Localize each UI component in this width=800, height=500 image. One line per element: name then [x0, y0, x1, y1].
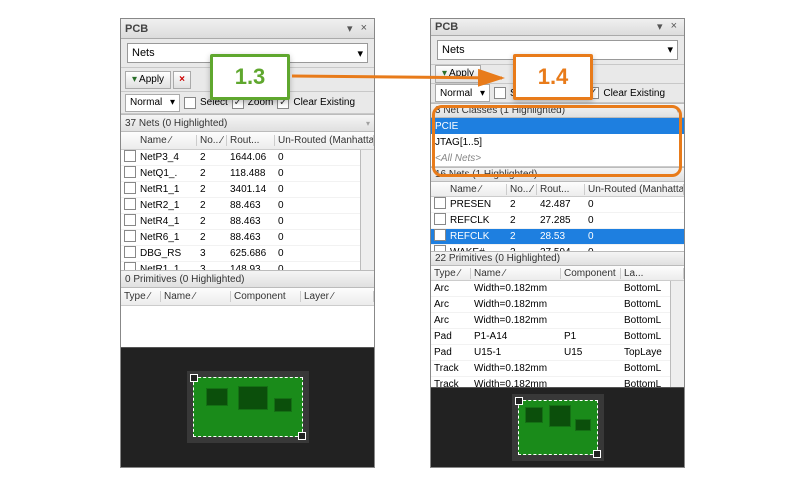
apply-button[interactable]: ▾Apply: [435, 65, 481, 83]
table-row[interactable]: Pad P1-A14 P1 BottomL: [431, 329, 670, 345]
nets-section-header: 16 Nets (1 Highlighted): [431, 167, 684, 182]
nets-section-header: 37 Nets (0 Highlighted): [121, 114, 374, 132]
close-icon[interactable]: ×: [358, 22, 370, 35]
table-row[interactable]: Track Width=0.182mm BottomL: [431, 377, 670, 387]
nets-column-header[interactable]: Name ∕ No...∕ Rout... Un-Routed (Manhatt…: [121, 132, 374, 150]
table-row[interactable]: NetR2_1 2 88.463 0: [121, 198, 360, 214]
dropdown-arrow-icon[interactable]: ▾: [344, 22, 356, 35]
nets-column-header[interactable]: Name ∕ No...∕ Rout... Un-Routed (Manhatt…: [431, 182, 684, 197]
table-row[interactable]: NetR1_1 2 3401.14 0: [121, 182, 360, 198]
nets-table[interactable]: NetP3_4 2 1644.06 0 NetQ1_. 2 118.488 0 …: [121, 150, 360, 270]
primitives-column-header[interactable]: Type ∕ Name ∕ Component La...: [431, 266, 684, 281]
table-row[interactable]: REFCLK 2 28.53 0: [431, 229, 684, 245]
chevron-down-icon: ▾: [170, 97, 175, 108]
select-checkbox[interactable]: [494, 87, 506, 99]
dropdown-value: Nets: [442, 44, 465, 56]
net-classes-list[interactable]: PCIEJTAG[1..5]<All Nets>: [431, 118, 684, 167]
table-row[interactable]: NetR4_1 2 88.463 0: [121, 214, 360, 230]
table-row[interactable]: Arc Width=0.182mm BottomL: [431, 281, 670, 297]
select-checkbox[interactable]: [184, 97, 196, 109]
list-item[interactable]: <All Nets>: [431, 150, 684, 166]
table-row[interactable]: Arc Width=0.182mm BottomL: [431, 313, 670, 329]
net-classes-section-header: 3 Net Classes (1 Highlighted): [431, 103, 684, 118]
mask-mode-select[interactable]: Normal▾: [435, 84, 490, 102]
table-row[interactable]: Pad U15-1 U15 TopLaye: [431, 345, 670, 361]
chevron-down-icon: ▾: [480, 88, 485, 99]
pcb-preview[interactable]: [121, 347, 374, 468]
clear-button[interactable]: ×: [173, 71, 191, 89]
table-row[interactable]: REFCLK 2 27.285 0: [431, 213, 684, 229]
table-row[interactable]: Track Width=0.182mm BottomL: [431, 361, 670, 377]
primitives-section-header: 0 Primitives (0 Highlighted): [121, 270, 374, 288]
primitives-table[interactable]: [121, 306, 374, 347]
primitives-section-header: 22 Primitives (0 Highlighted): [431, 251, 684, 266]
filter-icon[interactable]: [366, 118, 370, 129]
primitives-column-header[interactable]: Type ∕ Name ∕ Component Layer ∕: [121, 288, 374, 306]
filter-icon[interactable]: [676, 105, 680, 116]
titlebar: PCB ▾ ×: [121, 19, 374, 39]
list-item[interactable]: PCIE: [431, 118, 684, 134]
callout-step-1-3: 1.3: [210, 54, 290, 100]
pcb-preview[interactable]: [431, 387, 684, 467]
titlebar: PCB ▾ ×: [431, 19, 684, 36]
dropdown-value: Nets: [132, 47, 155, 59]
apply-button[interactable]: ▾Apply: [125, 71, 171, 89]
mask-mode-select[interactable]: Normal▾: [125, 94, 180, 112]
close-icon[interactable]: ×: [668, 20, 680, 33]
vertical-scrollbar[interactable]: [670, 281, 684, 387]
chevron-down-icon: ▾: [357, 47, 363, 60]
table-row[interactable]: NetQ1_. 2 118.488 0: [121, 166, 360, 182]
primitives-table[interactable]: Arc Width=0.182mm BottomLArc Width=0.182…: [431, 281, 670, 387]
vertical-scrollbar[interactable]: [360, 150, 374, 270]
panel-title: PCB: [435, 21, 458, 33]
nets-table[interactable]: PRESEN 2 42.487 0 REFCLK 2 27.285 0 REFC…: [431, 197, 684, 251]
panel-title: PCB: [125, 23, 148, 35]
chevron-down-icon: ▾: [667, 43, 673, 56]
table-row[interactable]: NetR6_1 2 88.463 0: [121, 230, 360, 246]
callout-step-1-4: 1.4: [513, 54, 593, 100]
dropdown-arrow-icon[interactable]: ▾: [654, 20, 666, 33]
table-row[interactable]: DBG_RS 3 625.686 0: [121, 246, 360, 262]
table-row[interactable]: Arc Width=0.182mm BottomL: [431, 297, 670, 313]
table-row[interactable]: NetP3_4 2 1644.06 0: [121, 150, 360, 166]
table-row[interactable]: NetR1_1 3 148.93 0: [121, 262, 360, 270]
table-row[interactable]: PRESEN 2 42.487 0: [431, 197, 684, 213]
list-item[interactable]: JTAG[1..5]: [431, 134, 684, 150]
